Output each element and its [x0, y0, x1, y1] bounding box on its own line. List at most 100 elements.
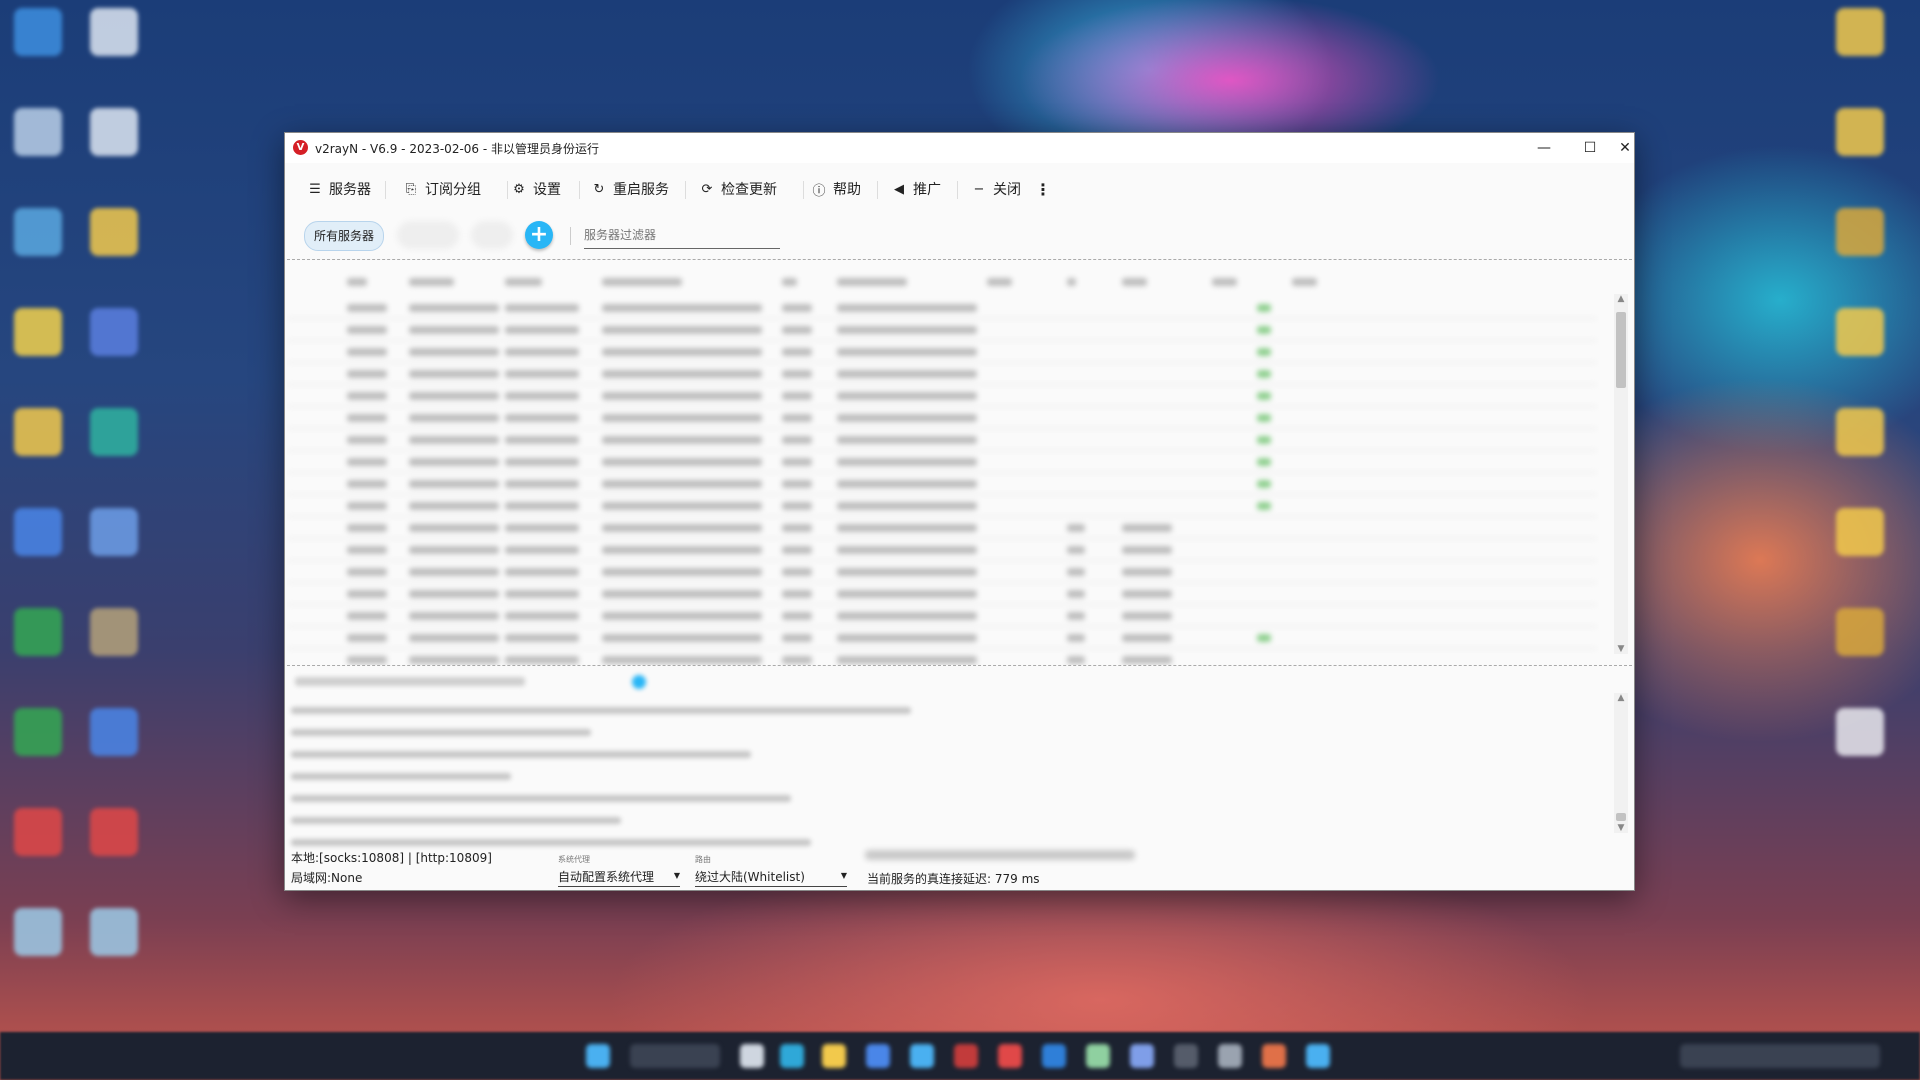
- scroll-up-icon[interactable]: ▲: [1614, 294, 1628, 304]
- desktop-icon[interactable]: [14, 708, 62, 756]
- desktop-icon[interactable]: [90, 308, 138, 356]
- desktop-icon[interactable]: [14, 608, 62, 656]
- taskbar-app-icon[interactable]: [1174, 1044, 1198, 1068]
- system-proxy-caption: 系统代理: [558, 855, 590, 864]
- desktop-icon[interactable]: [14, 308, 62, 356]
- desktop-icon[interactable]: [14, 108, 62, 156]
- desktop-icon[interactable]: [1836, 308, 1884, 356]
- desktop-icon[interactable]: [14, 8, 62, 56]
- scroll-thumb[interactable]: [1616, 813, 1626, 821]
- server-filter-input[interactable]: [584, 222, 780, 249]
- grid-row-divider: [287, 318, 1597, 319]
- table-cell: [837, 524, 977, 532]
- taskbar-app-icon[interactable]: [780, 1044, 804, 1068]
- system-tray[interactable]: [1680, 1044, 1880, 1068]
- desktop-icon[interactable]: [90, 708, 138, 756]
- check-update-button[interactable]: ⟳ 检查更新: [699, 177, 777, 201]
- scroll-down-icon[interactable]: ▼: [1614, 644, 1628, 654]
- system-proxy-select[interactable]: 自动配置系统代理 ▼: [558, 868, 680, 887]
- desktop-icon[interactable]: [90, 608, 138, 656]
- server-list-grid[interactable]: ▲ ▼: [287, 259, 1632, 666]
- taskbar-app-icon[interactable]: [822, 1044, 846, 1068]
- log-scrollbar[interactable]: ▲ ▼: [1614, 693, 1628, 833]
- taskbar-app-icon[interactable]: [954, 1044, 978, 1068]
- more-menu-button[interactable]: ⋮: [1035, 177, 1051, 201]
- servers-menu-button[interactable]: ☰ 服务器: [307, 177, 371, 201]
- desktop-icon[interactable]: [90, 808, 138, 856]
- table-cell: [602, 414, 762, 422]
- desktop-icon[interactable]: [1836, 108, 1884, 156]
- desktop-icon[interactable]: [90, 408, 138, 456]
- lan-status: 局域网:None: [291, 871, 363, 885]
- promote-button[interactable]: ◀ 推广: [891, 177, 941, 201]
- desktop-icon[interactable]: [1836, 8, 1884, 56]
- help-button[interactable]: ⓘ 帮助: [811, 177, 861, 201]
- table-cell: [1067, 524, 1085, 532]
- table-cell: [1067, 634, 1085, 642]
- desktop-icon[interactable]: [1836, 408, 1884, 456]
- routing-select[interactable]: 绕过大陆(Whitelist) ▼: [695, 868, 847, 887]
- grid-row-divider: [287, 494, 1597, 495]
- subscription-groups-button[interactable]: ⎘ 订阅分组: [403, 177, 481, 201]
- table-cell: [347, 348, 387, 356]
- taskbar-app-icon[interactable]: [1306, 1044, 1330, 1068]
- scroll-up-icon[interactable]: ▲: [1614, 693, 1628, 703]
- log-panel[interactable]: ▲ ▼: [287, 665, 1632, 846]
- scroll-thumb[interactable]: [1616, 312, 1626, 388]
- table-cell: [409, 524, 499, 532]
- desktop-icon[interactable]: [1836, 708, 1884, 756]
- table-cell: [837, 370, 977, 378]
- table-cell: [1122, 524, 1172, 532]
- title-bar[interactable]: V v2rayN - V6.9 - 2023-02-06 - 非以管理员身份运行…: [285, 133, 1634, 163]
- latency-status: 当前服务的真连接延迟: 779 ms: [867, 872, 1040, 886]
- desktop-icon[interactable]: [14, 408, 62, 456]
- desktop-icon[interactable]: [90, 508, 138, 556]
- desktop-icon[interactable]: [1836, 208, 1884, 256]
- minimize-button[interactable]: —: [1521, 133, 1567, 163]
- taskbar-app-icon[interactable]: [1086, 1044, 1110, 1068]
- taskbar-app-icon[interactable]: [1262, 1044, 1286, 1068]
- table-cell: [505, 590, 579, 598]
- table-cell: [837, 612, 977, 620]
- subscription-chip[interactable]: [471, 221, 513, 249]
- all-servers-chip[interactable]: 所有服务器: [304, 221, 385, 251]
- maximize-button[interactable]: ☐: [1567, 133, 1613, 163]
- grid-row-divider: [287, 648, 1597, 649]
- taskbar-app-icon[interactable]: [1042, 1044, 1066, 1068]
- grid-row-divider: [287, 340, 1597, 341]
- table-cell: [1122, 546, 1172, 554]
- scroll-down-icon[interactable]: ▼: [1614, 823, 1628, 833]
- server-list-scrollbar[interactable]: ▲ ▼: [1614, 294, 1628, 654]
- log-content: [287, 665, 1587, 846]
- add-subscription-button[interactable]: +: [525, 221, 553, 249]
- desktop-icon[interactable]: [90, 908, 138, 956]
- taskbar-app-icon[interactable]: [740, 1044, 764, 1068]
- list-icon: ☰: [309, 181, 321, 197]
- start-icon[interactable]: [586, 1044, 610, 1068]
- close-app-button[interactable]: − 关闭: [971, 177, 1021, 201]
- close-window-button[interactable]: ✕: [1613, 133, 1637, 163]
- desktop-icon[interactable]: [90, 108, 138, 156]
- taskbar-app-icon[interactable]: [910, 1044, 934, 1068]
- desktop-icon[interactable]: [14, 908, 62, 956]
- table-cell: [782, 502, 812, 510]
- desktop-icon[interactable]: [1836, 508, 1884, 556]
- taskbar-app-icon[interactable]: [1218, 1044, 1242, 1068]
- desktop-icon[interactable]: [90, 8, 138, 56]
- taskbar-app-icon[interactable]: [998, 1044, 1022, 1068]
- taskbar-app-icon[interactable]: [866, 1044, 890, 1068]
- table-cell: [505, 656, 579, 664]
- desktop-icon[interactable]: [14, 208, 62, 256]
- restart-service-button[interactable]: ↻ 重启服务: [591, 177, 669, 201]
- promote-label: 推广: [913, 182, 941, 198]
- search-box[interactable]: [630, 1044, 720, 1068]
- desktop-icon[interactable]: [1836, 608, 1884, 656]
- subscription-chip[interactable]: [397, 221, 459, 249]
- settings-button[interactable]: ⚙ 设置: [511, 177, 561, 201]
- desktop-icon[interactable]: [90, 208, 138, 256]
- desktop-icon[interactable]: [14, 808, 62, 856]
- desktop-icon[interactable]: [14, 508, 62, 556]
- check-update-label: 检查更新: [721, 182, 777, 198]
- taskbar-app-icon[interactable]: [1130, 1044, 1154, 1068]
- minus-icon: −: [973, 181, 985, 197]
